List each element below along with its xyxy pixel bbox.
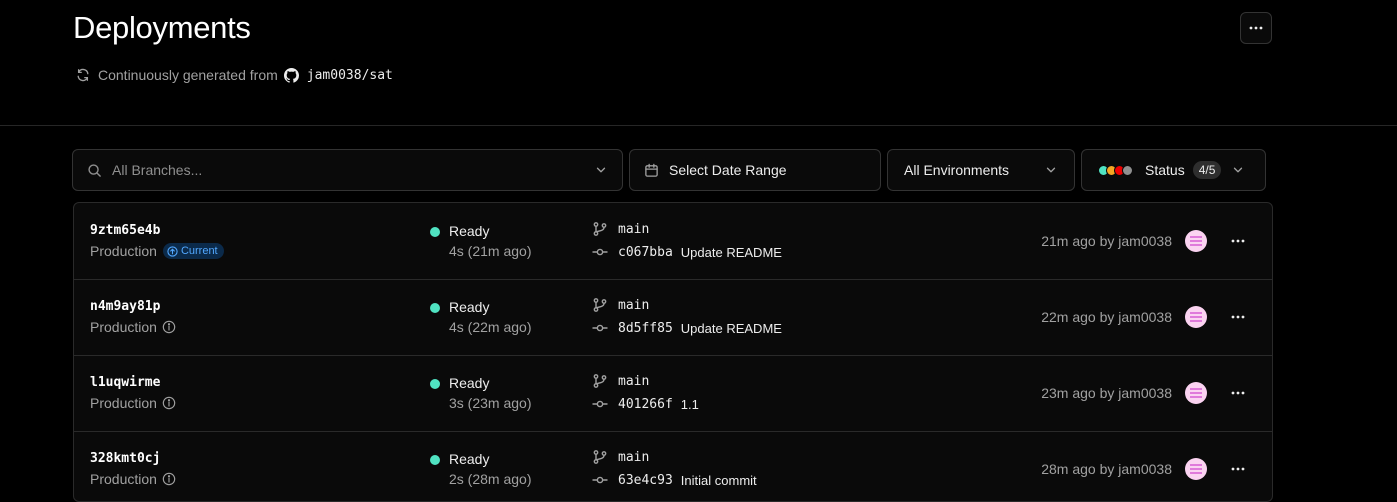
chevron-down-icon [1231, 163, 1245, 177]
avatar[interactable] [1185, 458, 1207, 480]
deployment-environment: Production [90, 319, 176, 335]
deployment-time-author: 22m ago by jam0038 [1041, 309, 1172, 325]
ellipsis-icon [1231, 391, 1245, 395]
commit-message[interactable]: Update README [681, 245, 782, 260]
git-branch-icon [593, 298, 607, 312]
branch-name[interactable]: main [618, 222, 649, 237]
date-range-filter[interactable]: Select Date Range [629, 149, 881, 191]
row-more-button[interactable] [1226, 382, 1250, 404]
date-range-label: Select Date Range [669, 162, 787, 178]
status-ready-dot [430, 303, 440, 313]
deployment-id[interactable]: l1uqwirme [90, 375, 160, 390]
git-branch-icon [593, 374, 607, 388]
deployment-id[interactable]: n4m9ay81p [90, 299, 160, 314]
deployment-row[interactable]: n4m9ay81p Production Ready 4s (22m ago) … [74, 279, 1272, 356]
environment-label: All Environments [904, 162, 1010, 178]
row-more-button[interactable] [1226, 458, 1250, 480]
deployment-time-author: 28m ago by jam0038 [1041, 461, 1172, 477]
deployment-time-author: 23m ago by jam0038 [1041, 385, 1172, 401]
status-ready-dot [430, 379, 440, 389]
environment-label: Production [90, 395, 157, 411]
deployment-row[interactable]: l1uqwirme Production Ready 3s (23m ago) … [74, 355, 1272, 432]
info-icon[interactable] [162, 472, 176, 486]
status-count-badge: 4/5 [1192, 161, 1222, 179]
deployment-id[interactable]: 328kmt0cj [90, 451, 160, 466]
commit-hash[interactable]: 401266f [618, 397, 673, 412]
ellipsis-icon [1231, 467, 1245, 471]
commit-hash[interactable]: c067bba [618, 245, 673, 260]
deployment-row[interactable]: 9ztm65e4b Production Current Ready 4s (2… [74, 203, 1272, 280]
duration-text: 4s (22m ago) [449, 319, 532, 335]
git-commit-icon [592, 248, 608, 256]
header-divider [0, 125, 1397, 126]
status-text: Ready [449, 223, 490, 239]
ellipsis-icon [1231, 315, 1245, 319]
row-more-button[interactable] [1226, 230, 1250, 252]
deployments-list: 9ztm65e4b Production Current Ready 4s (2… [73, 202, 1273, 502]
environment-label: Production [90, 471, 157, 487]
status-filter[interactable]: Status 4/5 [1081, 149, 1266, 191]
environment-label: Production [90, 243, 157, 259]
deployment-environment: Production Current [90, 243, 224, 259]
status-dots-icon [1098, 164, 1133, 176]
status-ready-dot [430, 455, 440, 465]
branch-filter-placeholder: All Branches... [112, 162, 203, 178]
environment-filter[interactable]: All Environments [887, 149, 1075, 191]
commit-message[interactable]: Initial commit [681, 473, 757, 488]
deployment-environment: Production [90, 395, 176, 411]
current-badge: Current [162, 243, 224, 259]
branch-name[interactable]: main [618, 298, 649, 313]
git-commit-icon [592, 400, 608, 408]
info-icon[interactable] [162, 320, 176, 334]
page-more-button[interactable] [1240, 12, 1272, 44]
commit-hash[interactable]: 8d5ff85 [618, 321, 673, 336]
duration-text: 4s (21m ago) [449, 243, 532, 259]
avatar[interactable] [1185, 382, 1207, 404]
calendar-icon [644, 163, 659, 178]
deployment-row[interactable]: 328kmt0cj Production Ready 2s (28m ago) … [74, 431, 1272, 501]
ellipsis-icon [1231, 239, 1245, 243]
page-title: Deployments [73, 10, 251, 45]
chevron-down-icon [1044, 163, 1058, 177]
deployment-environment: Production [90, 471, 176, 487]
environment-label: Production [90, 319, 157, 335]
status-text: Ready [449, 299, 490, 315]
duration-text: 2s (28m ago) [449, 471, 532, 487]
status-text: Ready [449, 375, 490, 391]
source-prefix: Continuously generated from [98, 67, 278, 83]
status-ready-dot [430, 227, 440, 237]
git-commit-icon [592, 324, 608, 332]
git-branch-icon [593, 222, 607, 236]
commit-hash[interactable]: 63e4c93 [618, 473, 673, 488]
status-text: Ready [449, 451, 490, 467]
ellipsis-icon [1249, 26, 1263, 30]
repo-link[interactable]: jam0038/sat [307, 68, 393, 83]
git-commit-icon [592, 476, 608, 484]
chevron-down-icon [594, 163, 608, 177]
current-label: Current [180, 245, 218, 257]
avatar[interactable] [1185, 306, 1207, 328]
commit-message[interactable]: Update README [681, 321, 782, 336]
source-info: Continuously generated from jam0038/sat [76, 66, 393, 84]
github-icon [283, 67, 299, 83]
arrow-up-circle-icon [167, 245, 178, 257]
deployment-id[interactable]: 9ztm65e4b [90, 223, 160, 238]
git-branch-icon [593, 450, 607, 464]
branch-name[interactable]: main [618, 450, 649, 465]
branch-filter[interactable]: All Branches... [72, 149, 623, 191]
branch-name[interactable]: main [618, 374, 649, 389]
duration-text: 3s (23m ago) [449, 395, 532, 411]
search-icon [87, 163, 102, 178]
deployment-time-author: 21m ago by jam0038 [1041, 233, 1172, 249]
refresh-icon [76, 68, 90, 82]
row-more-button[interactable] [1226, 306, 1250, 328]
avatar[interactable] [1185, 230, 1207, 252]
status-label: Status [1145, 162, 1185, 178]
info-icon[interactable] [162, 396, 176, 410]
commit-message[interactable]: 1.1 [681, 397, 699, 412]
